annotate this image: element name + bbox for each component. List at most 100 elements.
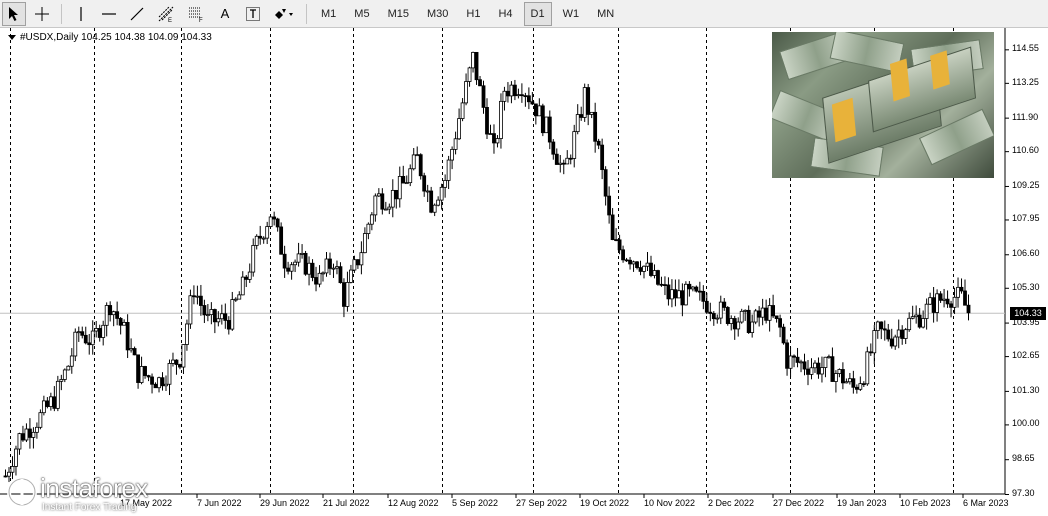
candle-body [837,369,842,374]
candle-body [914,314,919,318]
candle-body [171,359,175,364]
candle-body [397,176,402,200]
candle-body [376,193,381,197]
candle-body [153,383,158,389]
candle-body [879,321,884,330]
candle-body [924,303,929,319]
tf-m5[interactable]: M5 [347,2,376,26]
candle-body [202,305,207,316]
vertical-line-icon[interactable] [69,2,93,26]
candle-body [240,276,245,296]
svg-text:E: E [168,18,172,23]
candle-body [718,301,723,319]
candle-body [132,348,137,356]
tf-m15[interactable]: M15 [381,2,416,26]
candle-body [963,290,967,306]
date-label: 19 Oct 2022 [580,498,630,508]
candle-body [157,377,161,389]
candle-body [694,286,699,292]
candle-body [746,309,751,333]
candle-body [303,252,308,275]
fibonacci-icon[interactable]: F [183,2,209,26]
candle-body [690,286,695,290]
candle-body [663,284,667,287]
candle-body [293,261,297,266]
candle-body [247,271,252,280]
candle-body [725,307,730,324]
channel-icon[interactable]: E [153,2,179,26]
trend-line-icon[interactable] [125,2,149,26]
candle-body [945,298,950,305]
candle-body [586,87,591,115]
candle-body [453,138,458,150]
candle-body [261,237,266,240]
text-label-icon[interactable] [241,2,265,26]
text-icon[interactable]: A [213,2,237,26]
tf-m1[interactable]: M1 [314,2,343,26]
candle-body [764,307,769,321]
arrow-cursor-icon[interactable] [2,1,26,26]
tf-w1[interactable]: W1 [556,2,587,26]
candle-body [314,277,318,285]
candle-body [502,90,507,102]
candle-body [917,314,922,328]
tf-h1[interactable]: H1 [459,2,487,26]
candle-body [125,322,130,351]
candle-body [48,396,53,407]
candle-body [900,329,905,339]
candle-body [561,162,566,165]
tf-m30[interactable]: M30 [420,2,455,26]
candle-body [750,321,755,333]
candle-body [506,90,510,97]
chart-window[interactable]: #USDX,Daily 104.25 104.38 104.09 104.33 … [0,28,1048,516]
tf-d1[interactable]: D1 [523,1,552,26]
candle-body [649,262,653,276]
crosshair-icon[interactable] [30,2,54,26]
candle-body [645,262,650,267]
candle-body [533,103,538,117]
candle-body [317,272,322,285]
candle-body [359,252,364,266]
candle-body [760,307,765,318]
tf-mn[interactable]: MN [590,2,621,26]
candle-body [87,342,92,346]
candle-body [478,79,482,87]
candle-body [450,148,455,161]
candle-body [90,330,95,346]
date-label: 21 Jul 2022 [323,498,370,508]
candle-body [854,386,859,390]
candle-body [683,283,688,306]
candle-body [446,159,451,181]
candle-body [94,328,99,332]
candle-body [310,262,315,278]
candle-body [868,351,873,354]
candle-body [882,328,887,331]
candle-body [366,223,371,234]
candle-body [537,105,542,117]
candle-body [14,448,18,467]
candle-body [966,304,971,314]
horizontal-line-icon[interactable] [97,2,121,26]
candle-body [111,311,116,316]
collapse-triangle-icon[interactable] [8,35,16,40]
candle-body [167,363,172,385]
instaforex-logo: instaforex Instant Forex Trading [0,471,180,516]
price-level-label: 97.30 [1012,488,1035,498]
candle-body [272,216,277,220]
candle-body [624,259,629,262]
candle-body [935,293,939,313]
candle-body [275,218,280,228]
candle-body [282,253,287,269]
candle-body [736,321,741,330]
date-label: 5 Sep 2022 [452,498,499,508]
candle-body [656,270,660,285]
candle-body [97,328,102,338]
candle-body [136,354,140,383]
candle-body [467,67,472,82]
candle-body [192,295,196,298]
date-label: 27 Dec 2022 [773,498,825,508]
candle-body [526,95,531,103]
tf-h4[interactable]: H4 [491,2,519,26]
candle-body [17,433,22,450]
shapes-dropdown-icon[interactable] [269,2,299,26]
